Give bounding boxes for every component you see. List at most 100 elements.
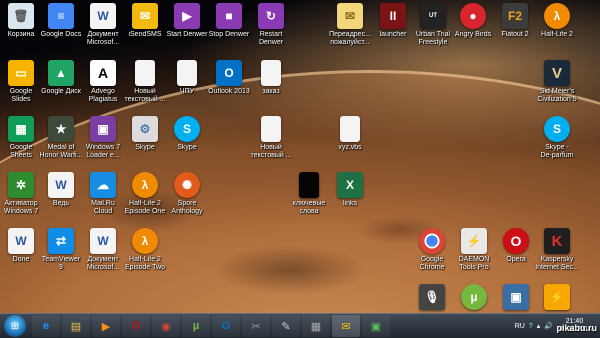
watermark: pikabu.ru	[556, 323, 597, 333]
skype-icon: S	[174, 116, 200, 142]
flatout-icon: F2	[502, 3, 528, 29]
paint-taskbar-icon: ✎	[281, 320, 291, 333]
taskbar-chrome-button[interactable]: ◉	[152, 315, 180, 337]
desktop: 🗑 Корзина ≡ Google Docs W Документ Micro…	[0, 0, 600, 313]
google-drive-icon: ▲	[48, 60, 74, 86]
recycle-bin-icon: 🗑	[8, 3, 34, 29]
skype-file-icon: ⚙	[132, 116, 158, 142]
denwer-stop-icon: ■	[216, 3, 242, 29]
daemon-tools-icon: ⚡	[461, 228, 487, 254]
desktop-icon-restart-denwer[interactable]: ↻ Restart Denwer	[244, 3, 298, 47]
chrome-icon	[419, 228, 445, 254]
network-taskbar-icon: ▣	[370, 320, 382, 333]
half-life-icon: λ	[544, 3, 570, 29]
desktop-icon-spore[interactable]: ✺ Spore Anthology	[160, 172, 214, 216]
icon-label: links	[342, 200, 357, 207]
desktop-icon-links[interactable]: X links	[323, 172, 377, 208]
icon-label: Новый текстовый ...	[250, 144, 292, 159]
excel-icon: X	[337, 172, 363, 198]
desktop-icon-skype[interactable]: S Skype	[160, 116, 214, 152]
urban-trial-icon: UT	[420, 3, 446, 29]
outlook-taskbar-icon: O	[221, 320, 231, 332]
taskbar-paint-button[interactable]: ✎	[272, 315, 300, 337]
denwer-restart-icon: ↻	[258, 3, 284, 29]
opera-taskbar-icon: O	[131, 320, 141, 332]
vbs-file-icon	[340, 116, 360, 142]
medal-of-honor-icon: ★	[48, 116, 74, 142]
text-document-icon	[177, 60, 197, 86]
word-document-icon: W	[90, 228, 116, 254]
taskbar-isendsms-button[interactable]: ✉	[332, 315, 360, 337]
desktop-icon-new-text-2[interactable]: Новый текстовый ...	[244, 116, 298, 160]
taskbar-utorrent-button[interactable]: µ	[182, 315, 210, 337]
desktop-icon-zakaz[interactable]: заказ	[244, 60, 298, 96]
calculator-taskbar-icon: ▦	[310, 320, 322, 333]
spore-icon: ✺	[174, 172, 200, 198]
windows-loader-icon: ▣	[90, 116, 116, 142]
word-document-icon: W	[90, 3, 116, 29]
opera-icon: O	[503, 228, 529, 254]
taskbar-network-button[interactable]: ▣	[362, 315, 390, 337]
help-tray-icon[interactable]: ?	[529, 323, 533, 330]
explorer-icon: ▤	[70, 320, 82, 333]
winamp-icon: ⚡	[544, 284, 570, 310]
utorrent-icon: µ	[461, 284, 487, 310]
desktop-icon-kaspersky[interactable]: K Kaspersky Internet Sec...	[530, 228, 584, 272]
black-file-icon	[299, 172, 319, 198]
tools-taskbar-icon: ✂	[251, 320, 261, 333]
icon-label: xyz.vbs	[338, 144, 362, 151]
language-indicator[interactable]: RU	[515, 323, 525, 330]
taskbar-tools-button[interactable]: ✂	[242, 315, 270, 337]
teamviewer-icon: ⇄	[48, 228, 74, 254]
kaspersky-icon: K	[544, 228, 570, 254]
isendsms-taskbar-icon: ✉	[341, 320, 351, 333]
utorrent-taskbar-icon: µ	[192, 320, 200, 332]
icon-label: Sid Meier's Civilization 5	[537, 88, 577, 103]
desktop-icon-hl2-ep2[interactable]: λ Half-Life 2 Episode Two	[118, 228, 172, 272]
icon-label: Half-Life 2 Episode Two	[125, 256, 165, 271]
denwer-start-icon: ▶	[174, 3, 200, 29]
start-button[interactable]: ⊞	[4, 315, 26, 337]
media-player-icon: ▶	[101, 320, 111, 333]
mailru-cloud-icon: ☁	[90, 172, 116, 198]
desktop-icon-xyz-vbs[interactable]: xyz.vbs	[323, 116, 377, 152]
activator-icon: ✲	[8, 172, 34, 198]
taskbar-outlook-button[interactable]: O	[212, 315, 240, 337]
taskbar-ie-button[interactable]: e	[32, 315, 60, 337]
half-life-icon: λ	[132, 172, 158, 198]
network-icon: ▣	[503, 284, 529, 310]
desktop-icon-skype-de-parfum[interactable]: S Skype - De-parfum	[530, 116, 584, 160]
icon-label: Skype - De-parfum	[540, 144, 574, 159]
taskbar-opera-button[interactable]: O	[122, 315, 150, 337]
google-slides-icon: ▭	[8, 60, 34, 86]
icon-label: Spore Anthology	[171, 200, 203, 215]
taskbar: ⊞ e ▤ ▶ O ◉ µ O ✂ ✎ ▦ ✉ ▣ RU ? ▴ 🔊 21:40…	[0, 313, 600, 338]
desktop-icon-civilization[interactable]: V Sid Meier's Civilization 5	[530, 60, 584, 104]
icon-label: Half-Life 2	[541, 31, 573, 38]
desktop-icon-winamp[interactable]: ⚡	[530, 284, 584, 310]
envelope-icon: ✉	[337, 3, 363, 29]
half-life-icon: λ	[132, 228, 158, 254]
taskbar-explorer-button[interactable]: ▤	[62, 315, 90, 337]
tray-overflow-icon[interactable]: ▴	[537, 322, 541, 330]
civilization-icon: V	[544, 60, 570, 86]
desktop-icon-half-life-2[interactable]: λ Half-Life 2	[530, 3, 584, 39]
icon-label: Skype	[177, 144, 197, 151]
icon-label: Kaspersky Internet Sec...	[535, 256, 579, 271]
taskbar-calculator-button[interactable]: ▦	[302, 315, 330, 337]
volume-icon[interactable]: 🔊	[544, 322, 553, 330]
ie-icon: e	[42, 320, 50, 332]
google-sheets-icon: ▦	[8, 116, 34, 142]
word-document-icon: W	[48, 172, 74, 198]
taskbar-media-player-button[interactable]: ▶	[92, 315, 120, 337]
microphone-icon: 🎙	[419, 284, 445, 310]
text-document-icon	[135, 60, 155, 86]
outlook-icon: O	[216, 60, 242, 86]
angry-birds-icon: ●	[460, 3, 486, 29]
text-document-icon	[261, 60, 281, 86]
google-docs-icon: ≡	[48, 3, 74, 29]
windows-logo-icon: ⊞	[10, 320, 20, 332]
icon-label: заказ	[262, 88, 280, 95]
isendsms-icon: ✉	[132, 3, 158, 29]
chrome-taskbar-icon: ◉	[161, 320, 171, 333]
